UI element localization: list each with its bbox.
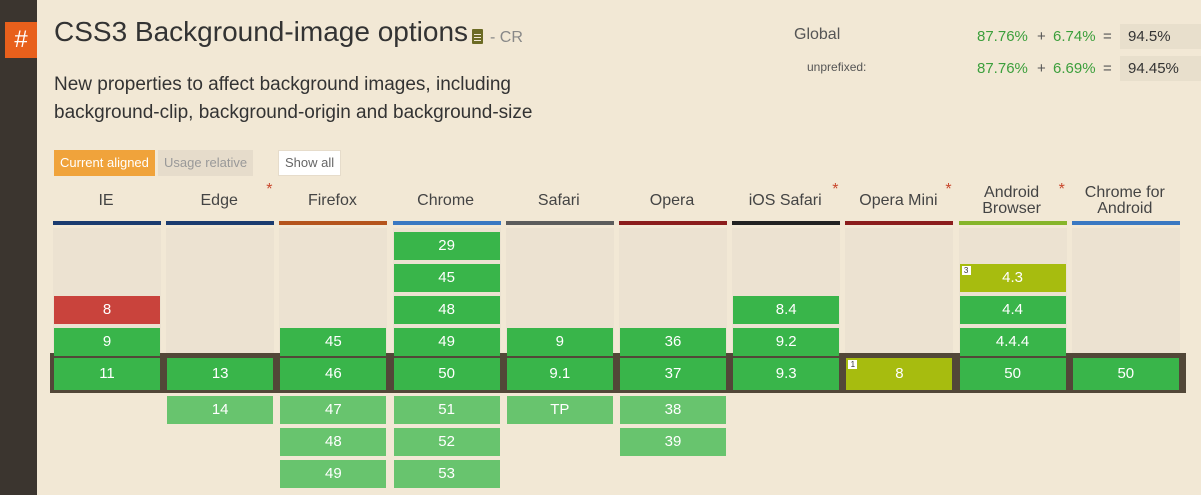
current-aligned-button[interactable]: Current aligned <box>54 150 155 176</box>
feature-description: New properties to affect background imag… <box>54 74 533 123</box>
anchor-link[interactable]: # <box>5 22 37 58</box>
browser-column-bg-edge <box>166 228 275 353</box>
equals-sign: = <box>1103 28 1112 45</box>
note-asterisk[interactable]: * <box>832 181 838 199</box>
future-version-cell[interactable]: TP <box>506 396 613 424</box>
note-asterisk[interactable]: * <box>1059 181 1065 199</box>
note-asterisk[interactable]: * <box>266 181 272 199</box>
browser-header-ie: IE <box>98 192 114 209</box>
browser-bar-safari <box>505 221 614 225</box>
current-version-cell[interactable]: 37 <box>620 358 726 390</box>
browser-header-firefox: Firefox <box>307 192 357 209</box>
current-version-cell[interactable]: 50 <box>393 358 500 390</box>
global-total: 94.5% <box>1120 24 1201 49</box>
browser-bar-chrome-for-android <box>1071 221 1180 225</box>
future-version-cell[interactable]: 53 <box>393 460 500 488</box>
current-version-cell[interactable]: 46 <box>280 358 387 390</box>
global-label: Global <box>794 26 841 43</box>
browser-header-chrome-for-android: Chrome for Android <box>1084 184 1165 217</box>
plus-sign: + <box>1037 28 1046 45</box>
current-version-cell[interactable]: 50 <box>1072 358 1179 390</box>
left-strip <box>0 0 37 495</box>
future-version-cell[interactable]: 47 <box>280 396 387 424</box>
current-version-cell[interactable]: 9.3 <box>733 358 840 390</box>
browser-bar-opera <box>619 221 727 225</box>
browser-column-bg-opera-mini <box>845 228 954 353</box>
browser-bar-ios-safari <box>732 221 841 225</box>
plus-sign: + <box>1037 60 1046 77</box>
version-cell[interactable]: 9 <box>506 328 613 356</box>
browser-bar-opera-mini <box>845 221 954 225</box>
version-cell[interactable]: 48 <box>393 296 500 324</box>
version-cell[interactable]: 45 <box>280 328 387 356</box>
browser-bar-edge <box>166 221 275 225</box>
unprefixed-label: unprefixed: <box>807 60 867 74</box>
browser-header-ios-safari: iOS Safari <box>748 192 822 209</box>
version-cell[interactable]: 4.3 3 <box>959 264 1066 292</box>
note-asterisk[interactable]: * <box>945 181 951 199</box>
version-cell[interactable]: 8 <box>54 296 160 324</box>
unprefixed-partial: 6.69% <box>1053 60 1096 77</box>
spec-status[interactable]: - CR <box>490 29 523 47</box>
footnote-marker[interactable]: 3 <box>961 266 971 275</box>
browser-header-safari: Safari <box>537 192 580 209</box>
future-version-cell[interactable]: 14 <box>167 396 274 424</box>
future-version-cell[interactable]: 39 <box>620 428 726 456</box>
current-version-cell[interactable]: 11 <box>54 358 160 390</box>
current-version-cell[interactable]: 81 <box>846 358 953 390</box>
browser-bar-ie <box>53 221 161 225</box>
version-cell[interactable]: 45 <box>393 264 500 292</box>
future-version-cell[interactable]: 48 <box>280 428 387 456</box>
browser-column-bg-chrome-for-android <box>1071 228 1180 353</box>
browser-bar-chrome <box>392 221 501 225</box>
future-version-cell[interactable]: 49 <box>280 460 387 488</box>
footnote-marker[interactable]: 1 <box>848 360 858 369</box>
version-cell[interactable]: 4.4 <box>959 296 1066 324</box>
browser-header-opera-mini: Opera Mini <box>859 192 938 209</box>
browser-bar-firefox <box>279 221 388 225</box>
version-cell[interactable]: 36 <box>620 328 726 356</box>
current-version-cell[interactable]: 50 <box>959 358 1066 390</box>
version-cell[interactable]: 49 <box>393 328 500 356</box>
future-version-cell[interactable]: 51 <box>393 396 500 424</box>
unprefixed-total: 94.45% <box>1120 56 1201 81</box>
unprefixed-supported: 87.76% <box>977 60 1028 77</box>
future-version-cell[interactable]: 52 <box>393 428 500 456</box>
browser-header-android-browser: Android Browser <box>982 184 1041 217</box>
equals-sign: = <box>1103 60 1112 77</box>
version-cell[interactable]: 9 <box>54 328 160 356</box>
global-supported: 87.76% <box>977 28 1028 45</box>
browser-bar-android-browser <box>958 221 1067 225</box>
version-cell[interactable]: 8.4 <box>733 296 840 324</box>
browser-header-edge: Edge <box>200 192 238 209</box>
usage-relative-button[interactable]: Usage relative <box>158 150 254 176</box>
future-version-cell[interactable]: 38 <box>620 396 726 424</box>
version-cell[interactable]: 4.4.4 <box>959 328 1066 356</box>
current-version-cell[interactable]: 13 <box>167 358 274 390</box>
global-partial: 6.74% <box>1053 28 1096 45</box>
show-all-button[interactable]: Show all <box>278 150 342 176</box>
browser-header-opera: Opera <box>649 192 695 209</box>
browser-header-chrome: Chrome <box>417 192 475 209</box>
current-version-cell[interactable]: 9.1 <box>506 358 613 390</box>
version-cell[interactable]: 9.2 <box>733 328 840 356</box>
feature-title: CSS3 Background-image options <box>54 16 469 47</box>
version-cell[interactable]: 29 <box>393 232 500 260</box>
document-icon[interactable] <box>472 29 483 44</box>
